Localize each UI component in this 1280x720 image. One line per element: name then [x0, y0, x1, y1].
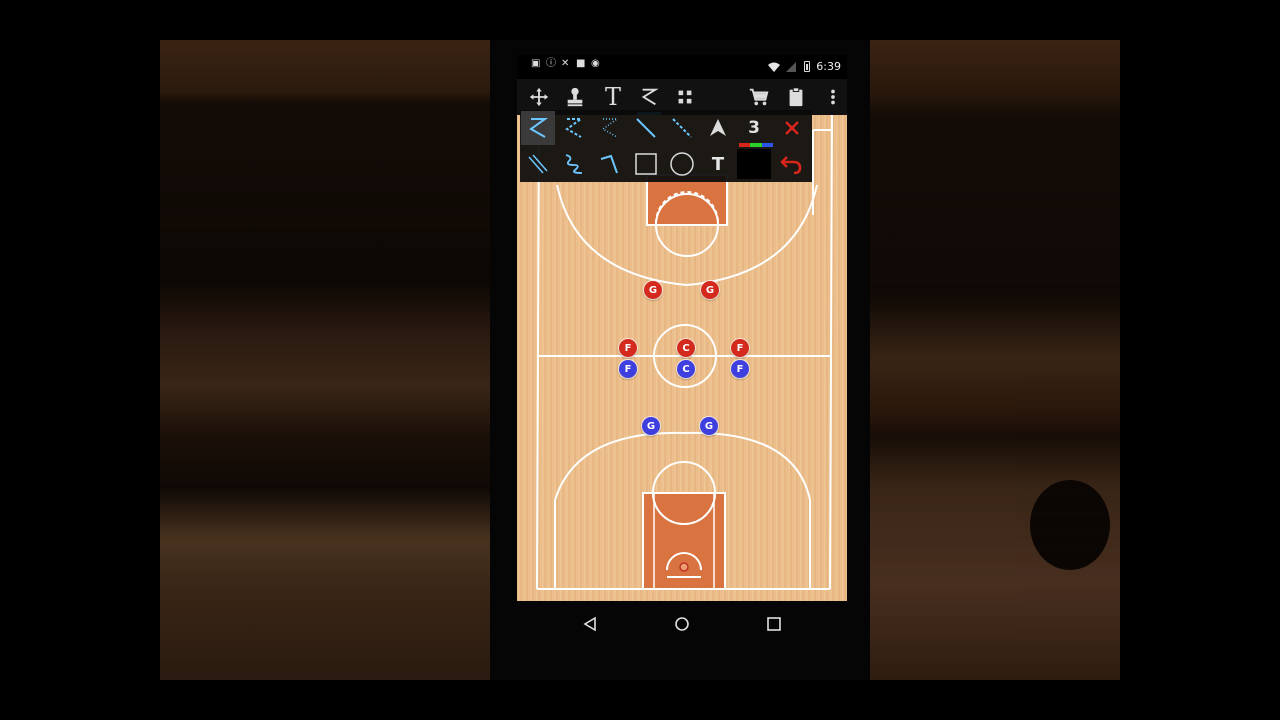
court-area[interactable]: G G F C F F C F G G [517, 115, 847, 601]
lock-icon: ■ [576, 58, 586, 69]
text-tool[interactable]: T [701, 147, 735, 181]
blue-player-forward[interactable]: F [619, 360, 637, 378]
notification-icons: ▣ ⓘ ✕ ■ ◉ [531, 59, 600, 69]
battery-icon [804, 61, 811, 72]
recents-icon[interactable] [762, 612, 786, 636]
clock: 6:39 [816, 60, 841, 73]
double-line-tool[interactable] [521, 147, 555, 181]
blue-player-guard[interactable]: G [642, 417, 660, 435]
signal-icon [786, 61, 797, 72]
blue-player-forward[interactable]: F [731, 360, 749, 378]
text-icon: T [604, 83, 621, 111]
move-icon[interactable] [523, 81, 555, 113]
alert-icon: ⓘ [546, 58, 556, 69]
tools-icon: ✕ [561, 58, 570, 69]
delete-tool[interactable] [775, 111, 809, 145]
bent-line-tool[interactable] [593, 147, 627, 181]
draw-line-icon[interactable] [633, 81, 665, 115]
clipboard-icon[interactable] [780, 81, 812, 113]
arrowhead-tool[interactable] [701, 111, 735, 145]
overflow-menu-icon[interactable] [817, 81, 847, 113]
undo-tool[interactable] [775, 147, 809, 181]
red-player-guard[interactable]: G [701, 281, 719, 299]
status-right: 6:39 [768, 60, 841, 73]
solid-curve-tool[interactable] [521, 111, 555, 145]
color-palette-strip [739, 143, 773, 147]
red-player-center[interactable]: C [677, 339, 695, 357]
court-lines [536, 115, 833, 590]
dotted-curve-tool[interactable] [593, 111, 627, 145]
phone-screen: ▣ ⓘ ✕ ■ ◉ 6:39 T G G F C F F C F G G 3 T [517, 55, 847, 601]
android-icon: ◉ [591, 58, 600, 69]
background-shelf-left [160, 40, 490, 680]
blue-player-guard[interactable]: G [700, 417, 718, 435]
text-tool-button[interactable]: T [597, 81, 629, 113]
dashed-line-tool[interactable] [665, 111, 699, 145]
circle-tool[interactable] [665, 147, 699, 181]
background-knob [1030, 480, 1110, 570]
text-tool-label: T [711, 153, 725, 175]
stamp-icon[interactable] [559, 81, 591, 113]
line-width-button[interactable]: 3 [737, 111, 771, 145]
straight-line-tool[interactable] [629, 111, 663, 145]
home-icon[interactable] [670, 612, 694, 636]
background-shelf-right [870, 40, 1120, 680]
zigzag-tool[interactable] [557, 147, 591, 181]
red-player-guard[interactable]: G [644, 281, 662, 299]
drawing-tools-panel: 3 T [520, 110, 812, 182]
blue-player-center[interactable]: C [677, 360, 695, 378]
wifi-icon [768, 62, 781, 72]
cart-icon[interactable] [743, 81, 775, 113]
color-swatch[interactable] [737, 143, 773, 181]
red-player-forward[interactable]: F [731, 339, 749, 357]
basketball-court[interactable]: G G F C F F C F G G [517, 115, 847, 601]
android-nav-bar [500, 602, 860, 646]
line-width-value: 3 [748, 118, 760, 138]
image-icon: ▣ [531, 58, 541, 69]
dashed-curve-tool[interactable] [557, 111, 591, 145]
grid-icon[interactable] [669, 81, 701, 113]
back-icon[interactable] [578, 612, 602, 636]
current-color-box [737, 149, 771, 179]
rectangle-tool[interactable] [629, 147, 663, 181]
red-player-forward[interactable]: F [619, 339, 637, 357]
status-bar: ▣ ⓘ ✕ ■ ◉ 6:39 [517, 55, 847, 79]
video-frame: ▣ ⓘ ✕ ■ ◉ 6:39 T G G F C F F C F G G 3 T [0, 0, 1280, 720]
